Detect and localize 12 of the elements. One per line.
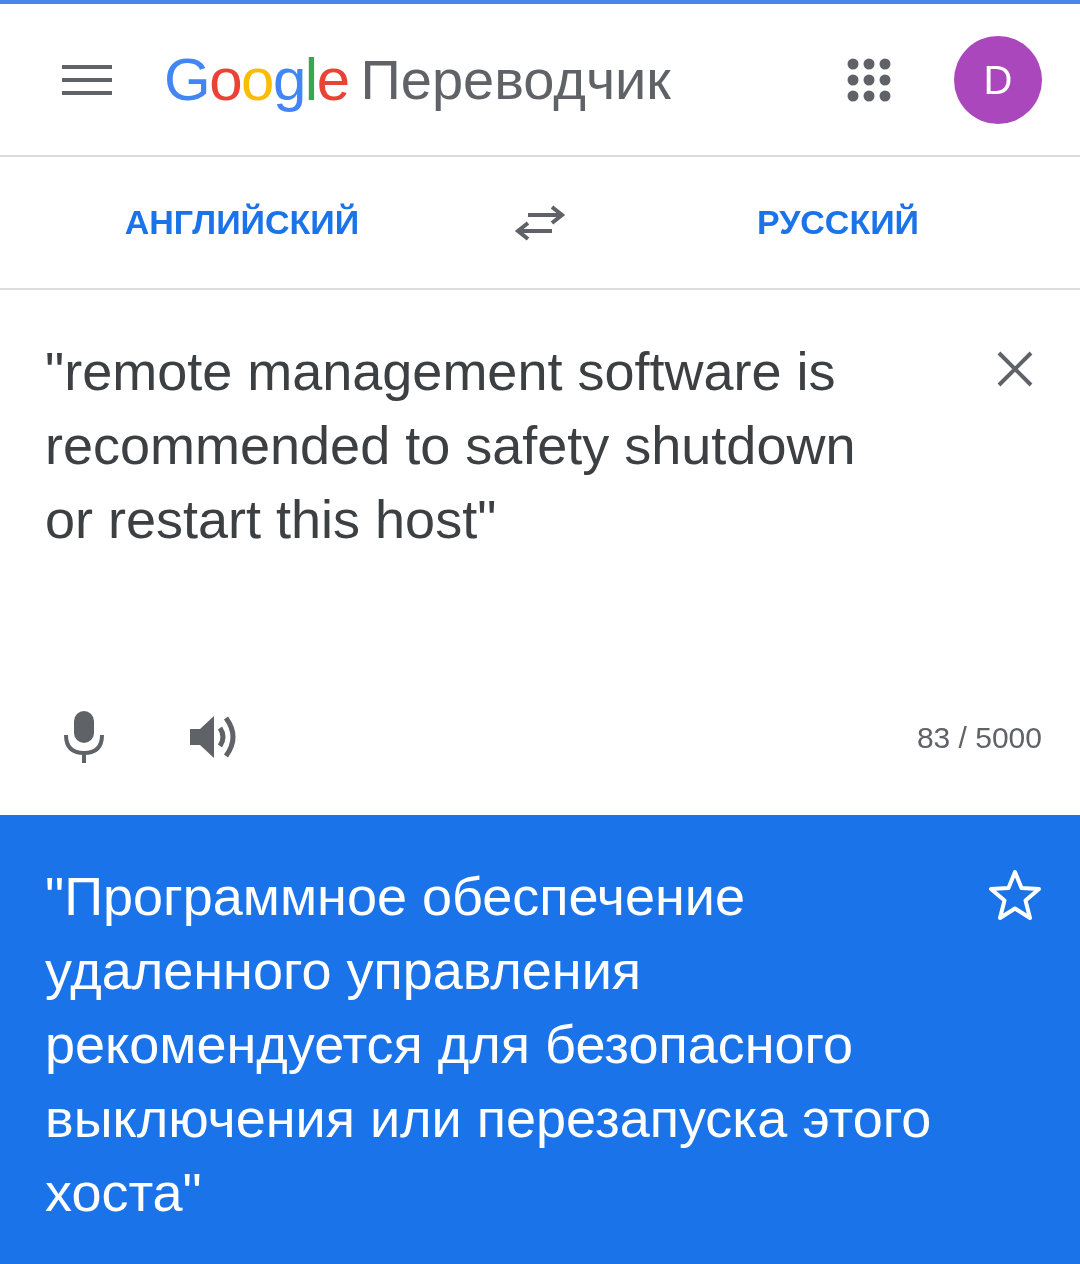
close-icon[interactable]: [996, 350, 1034, 388]
star-icon[interactable]: [988, 869, 1042, 921]
menu-icon[interactable]: [62, 62, 112, 97]
avatar[interactable]: D: [954, 35, 1042, 124]
source-language-tab[interactable]: АНГЛИЙСКИЙ: [0, 197, 484, 248]
source-text-input[interactable]: "remote management software is recommended to safety shutdown or restart this host": [45, 334, 885, 556]
target-language-tab[interactable]: РУССКИЙ: [596, 197, 1080, 248]
character-counter: 83 / 5000: [916, 719, 1042, 756]
microphone-icon[interactable]: [62, 709, 106, 765]
translated-text: "Программное обеспечение удаленного управления рекомендуется для безопасного выключения или перезапуска этого хоста": [45, 865, 933, 1224]
google-logo: Google: [164, 49, 349, 110]
apps-grid-icon[interactable]: [846, 56, 892, 103]
